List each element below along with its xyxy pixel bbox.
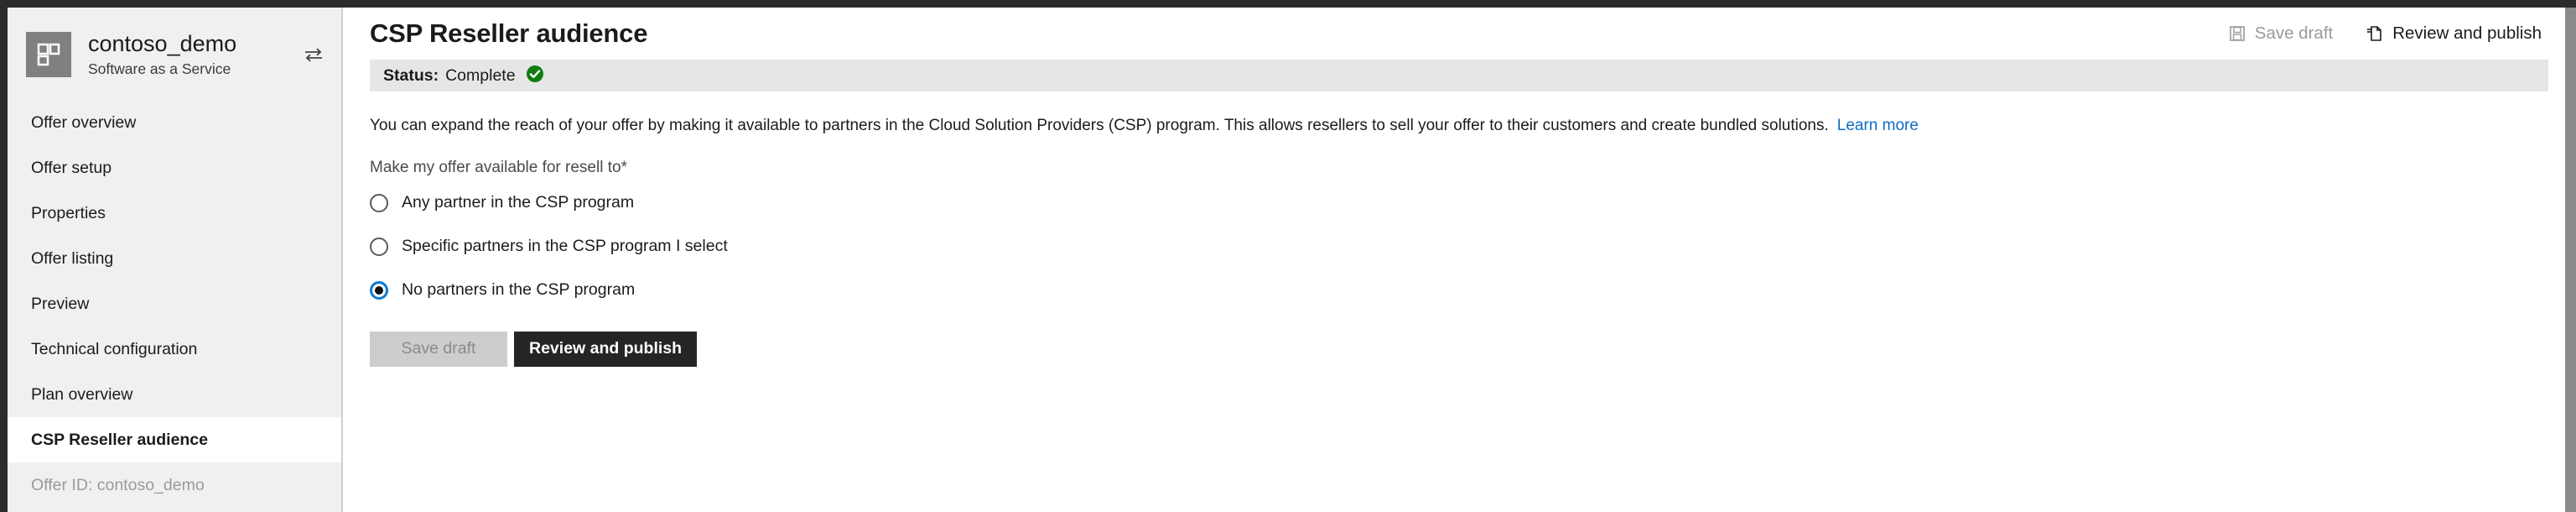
learn-more-link[interactable]: Learn more: [1837, 117, 1919, 134]
radio-any-partner[interactable]: Any partner in the CSP program: [370, 189, 2540, 217]
sidebar-item-label: Offer overview: [31, 112, 137, 132]
sidebar-item-label: Plan overview: [31, 384, 133, 404]
sidebar-item-technical-configuration[interactable]: Technical configuration: [8, 327, 341, 372]
left-chrome-rail: [0, 8, 8, 512]
app-window: contoso_demo Software as a Service Offer…: [0, 0, 2576, 512]
sidebar-item-plan-overview[interactable]: Plan overview: [8, 372, 341, 417]
main-content: CSP Reseller audience Save draft Review …: [345, 8, 2565, 512]
resell-field-label-text: Make my offer available for resell to: [370, 158, 621, 176]
sidebar-item-label: Properties: [31, 203, 106, 222]
radio-label: Any partner in the CSP program: [402, 193, 635, 212]
radio-circle-selected-icon: [370, 280, 388, 300]
resell-field-label: Make my offer available for resell to*: [370, 159, 2540, 177]
header-review-publish-button[interactable]: Review and publish: [2365, 20, 2543, 47]
sidebar-item-csp-reseller-audience[interactable]: CSP Reseller audience: [8, 417, 341, 462]
review-and-publish-button[interactable]: Review and publish: [514, 331, 698, 367]
radio-label: No partners in the CSP program: [402, 280, 636, 300]
sidebar-item-label: Preview: [31, 294, 90, 313]
publish-page-icon: [2366, 25, 2383, 42]
status-value: Complete: [445, 65, 516, 85]
app-identity: contoso_demo Software as a Service: [88, 31, 301, 77]
radio-circle-icon: [370, 193, 388, 212]
header-save-draft-label: Save draft: [2254, 24, 2334, 43]
sidebar-item-offer-overview[interactable]: Offer overview: [8, 100, 341, 145]
required-marker: *: [621, 158, 627, 176]
header-save-draft-button[interactable]: Save draft: [2227, 20, 2334, 47]
description-text: You can expand the reach of your offer b…: [370, 115, 2540, 137]
form-action-buttons: Save draft Review and publish: [370, 331, 2540, 367]
main-header: CSP Reseller audience Save draft Review …: [345, 8, 2565, 60]
sidebar-item-properties[interactable]: Properties: [8, 191, 341, 236]
sidebar-item-label: CSP Reseller audience: [31, 430, 208, 449]
green-check-circle-icon: [526, 65, 544, 87]
sidebar-item-label: Technical configuration: [31, 339, 198, 358]
swap-arrows-icon[interactable]: [301, 42, 326, 67]
sidebar-nav-list: Offer overview Offer setup Properties Of…: [8, 100, 341, 462]
sidebar-header: contoso_demo Software as a Service: [8, 8, 341, 100]
sidebar: contoso_demo Software as a Service Offer…: [8, 8, 343, 512]
radio-no-partners[interactable]: No partners in the CSP program: [370, 276, 2540, 305]
top-chrome-bar: [0, 0, 2576, 8]
radio-specific-partners[interactable]: Specific partners in the CSP program I s…: [370, 232, 2540, 261]
header-review-publish-label: Review and publish: [2392, 24, 2542, 43]
save-draft-button[interactable]: Save draft: [370, 331, 507, 367]
form-content: You can expand the reach of your offer b…: [345, 115, 2565, 367]
tile-grid-icon: [26, 32, 71, 77]
sidebar-item-label: Offer listing: [31, 248, 114, 268]
vertical-scrollbar[interactable]: [2565, 8, 2576, 512]
status-label: Status:: [383, 65, 439, 85]
description-body: You can expand the reach of your offer b…: [370, 117, 1829, 134]
sidebar-item-offer-setup[interactable]: Offer setup: [8, 145, 341, 191]
offer-id-footer: Offer ID: contoso_demo: [8, 462, 341, 508]
header-command-bar: Save draft Review and publish: [2227, 20, 2543, 47]
resell-radio-group: Any partner in the CSP program Specific …: [370, 189, 2540, 305]
sidebar-item-preview[interactable]: Preview: [8, 281, 341, 327]
status-badge: Status: Complete: [370, 60, 2548, 91]
app-subtitle: Software as a Service: [88, 60, 231, 77]
sidebar-item-offer-listing[interactable]: Offer listing: [8, 236, 341, 281]
page-title: CSP Reseller audience: [370, 18, 648, 48]
app-name: contoso_demo: [88, 31, 237, 57]
sidebar-item-label: Offer setup: [31, 158, 112, 177]
radio-circle-icon: [370, 237, 388, 256]
save-floppy-icon: [2229, 25, 2246, 42]
radio-label: Specific partners in the CSP program I s…: [402, 237, 728, 256]
